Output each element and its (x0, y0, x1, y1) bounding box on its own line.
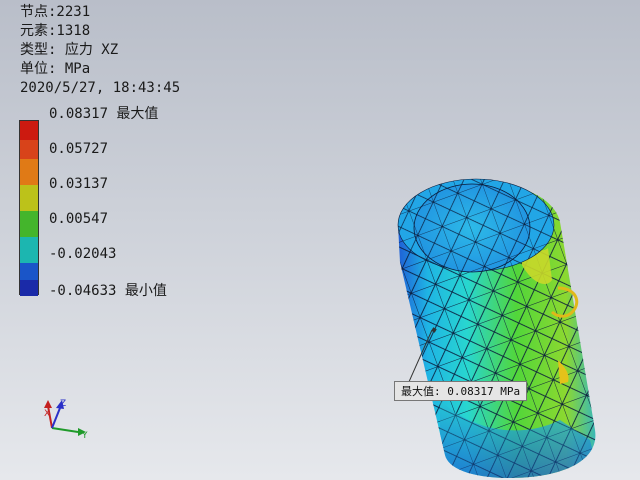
max-value-tooltip[interactable]: 最大值: 0.08317 MPa (394, 381, 528, 401)
stress-model-viewport[interactable] (0, 0, 640, 480)
top-cap (413, 183, 531, 273)
axis-z-label: Z (60, 399, 66, 409)
axis-x-label: X (44, 409, 50, 419)
axis-y-label: Y (81, 431, 88, 441)
axis-triad[interactable]: X Z Y (36, 392, 96, 442)
